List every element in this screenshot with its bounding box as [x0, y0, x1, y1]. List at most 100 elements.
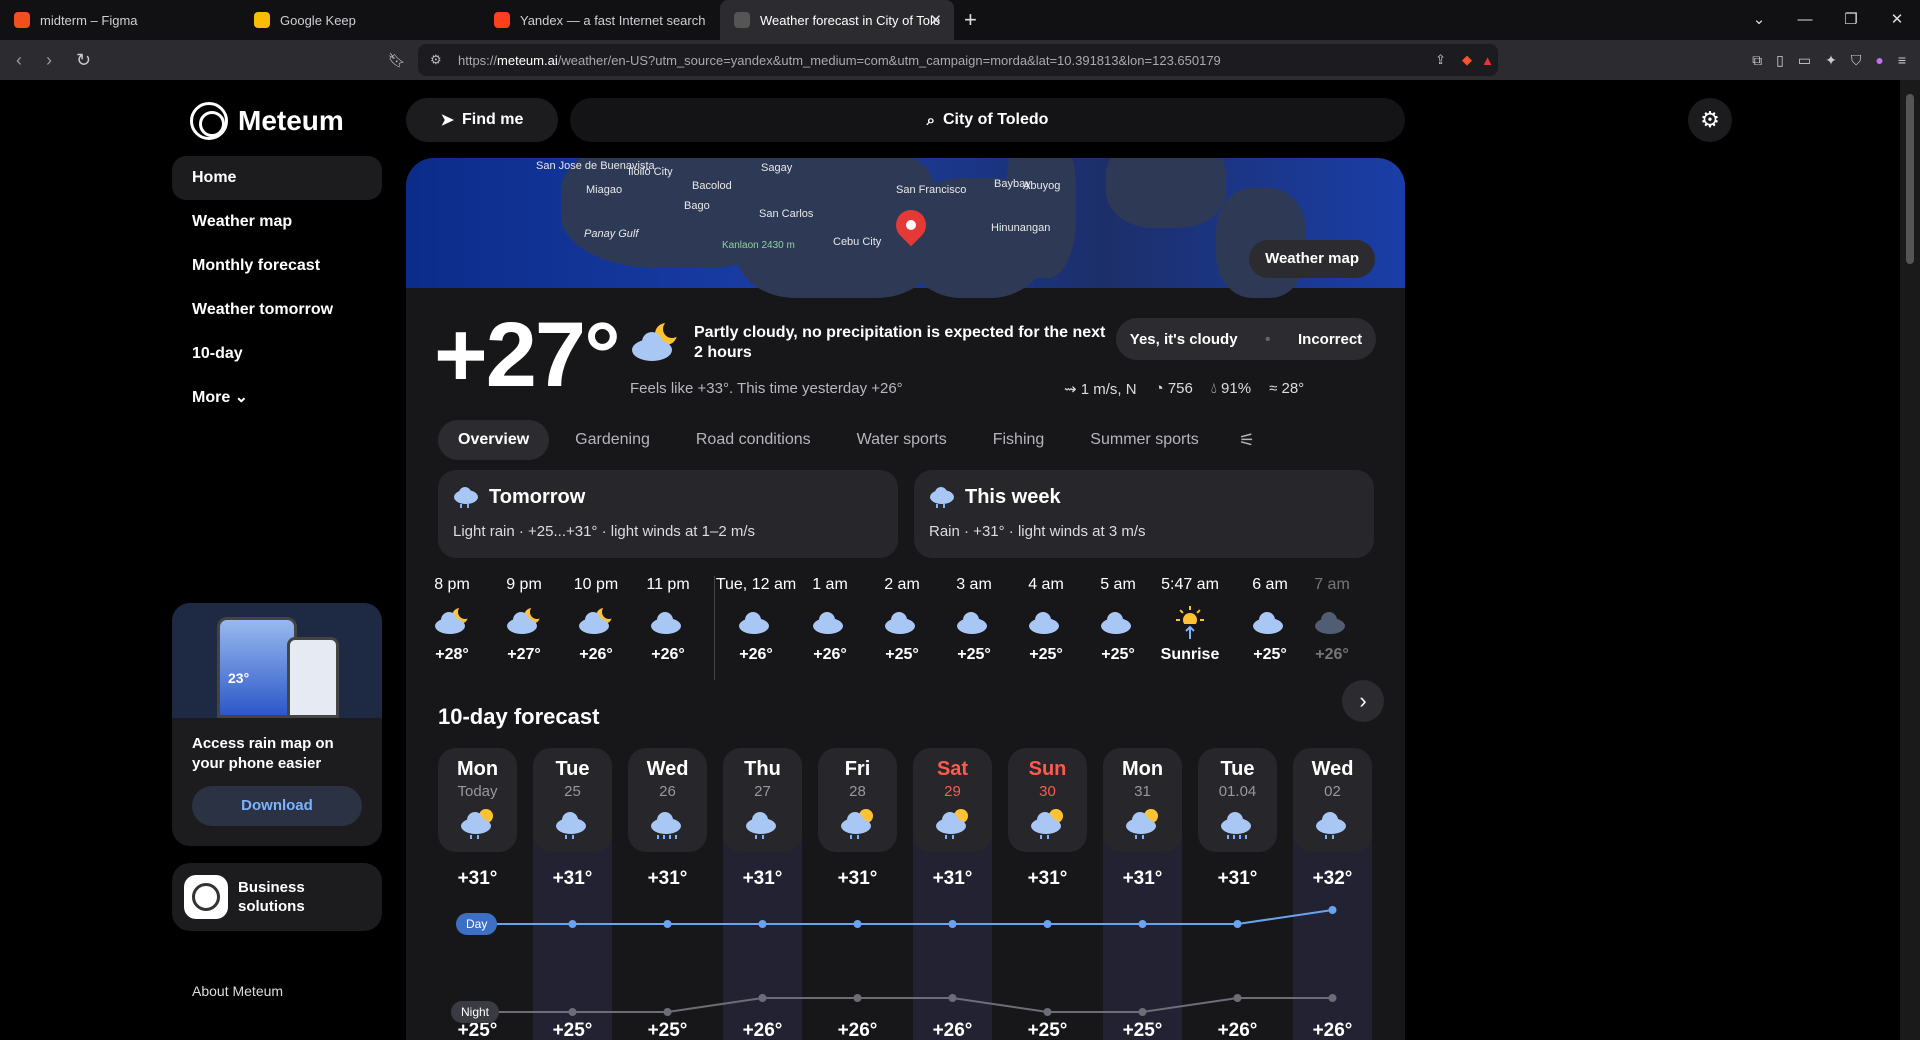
day-date: 25 [564, 783, 581, 800]
day-icon-wrap [1103, 806, 1182, 839]
feedback-incorrect-button[interactable]: Incorrect [1298, 331, 1362, 348]
hourly-next-button[interactable]: › [1342, 680, 1384, 722]
restore-button[interactable]: ❐ [1828, 0, 1874, 40]
day-column[interactable]: Mon 31 +31° +25° [1103, 748, 1182, 1040]
map-label: Hinunangan [991, 222, 1051, 234]
filter-settings-icon[interactable]: ⚟ [1225, 420, 1269, 460]
address-bar[interactable]: ⚙ https://meteum.ai/weather/en-US?utm_so… [418, 44, 1498, 76]
browser-tab[interactable]: Weather forecast in City of Toledo ✕ [720, 0, 954, 40]
app-promo: 23° Access rain map on your phone easier… [172, 603, 382, 846]
tab-close-icon[interactable]: ✕ [929, 11, 942, 29]
day-column[interactable]: Tue 25 +31° +25° [533, 748, 612, 1040]
forward-button[interactable]: › [46, 50, 60, 71]
day-icon-wrap [818, 806, 897, 839]
day-temp: +31° [1217, 868, 1258, 889]
page-scrollbar[interactable] [1900, 80, 1920, 1040]
tab-road-conditions[interactable]: Road conditions [676, 420, 831, 460]
hour-temp: +26° [651, 646, 685, 663]
day-column[interactable]: Sat 29 +31° +26° [913, 748, 992, 1040]
hour-icon-wrap [866, 600, 938, 646]
minimize-button[interactable]: — [1782, 0, 1828, 40]
hour-icon-wrap [938, 600, 1010, 646]
about-link[interactable]: About Meteum [192, 983, 283, 999]
day-column[interactable]: Thu 27 +31° +26° [723, 748, 802, 1040]
day-column[interactable]: Tue 01.04 +31° +26° [1198, 748, 1277, 1040]
tab-overview[interactable]: Overview [438, 420, 550, 460]
heavy-rain-icon [650, 812, 681, 839]
close-window-button[interactable]: ✕ [1874, 0, 1920, 40]
city-search[interactable]: ⌕ City of Toledo [570, 98, 1405, 142]
business-solutions-link[interactable]: Business solutions [172, 863, 382, 931]
tomorrow-card[interactable]: Tomorrow Light rain · +25...+31° · light… [438, 470, 898, 558]
reload-button[interactable]: ↻ [76, 50, 91, 71]
day-date: 31 [1134, 783, 1151, 800]
browser-tab[interactable]: Google Keep [240, 0, 480, 40]
sidebar-item-weather-tomorrow[interactable]: Weather tomorrow [172, 288, 382, 332]
sun-rain-icon [1030, 809, 1063, 839]
sidebar-item-weather-map[interactable]: Weather map [172, 200, 382, 244]
business-label: Business solutions [238, 879, 305, 915]
day-date: 02 [1324, 783, 1341, 800]
sidebar-item-label: Home [192, 169, 237, 186]
search-icon: ⌕ [926, 111, 935, 129]
back-button[interactable]: ‹ [16, 50, 30, 71]
scrollbar-thumb[interactable] [1906, 94, 1914, 264]
meteum-logo[interactable]: Meteum [190, 102, 344, 140]
day-column[interactable]: Wed 02 +32° +26° [1293, 748, 1372, 1040]
day-column[interactable]: Sun 30 +31° +25° [1008, 748, 1087, 1040]
rain-icon [1315, 812, 1346, 839]
settings-button[interactable]: ⚙ [1688, 98, 1732, 142]
night-temp: +25° [647, 1020, 688, 1040]
tab-summer-sports[interactable]: Summer sports [1070, 420, 1218, 460]
tab-list-icon[interactable]: ⌄ [1736, 0, 1782, 40]
sidebar-icon[interactable]: ▯ [1776, 52, 1784, 69]
extensions-icon[interactable]: ⧉ [1752, 52, 1762, 69]
day-column[interactable]: Mon Today +31° +25° [438, 748, 517, 1040]
hourly-forecast[interactable]: 8 pm +28° 9 pm +27° 10 pm +26° 11 pm +26° Tue, 1… [430, 576, 1405, 686]
wallet-icon[interactable]: ▭ [1798, 52, 1811, 69]
bookmark-icon[interactable]: 🔖︎ [388, 52, 406, 69]
menu-icon[interactable]: ≡ [1898, 52, 1906, 68]
cloud-icon [813, 612, 843, 634]
feels-like-text: Feels like +33°. This time yesterday +26… [630, 380, 903, 397]
sidebar-item-home[interactable]: Home [172, 156, 382, 200]
map-label: Panay Gulf [584, 228, 639, 240]
sidebar-item-more[interactable]: More ⌄ [172, 376, 382, 420]
find-me-button[interactable]: ➤ Find me [406, 98, 558, 142]
vpn-icon[interactable]: ⛉ [1851, 52, 1862, 69]
day-column[interactable]: Fri 28 +31° +26° [818, 748, 897, 1040]
hour-item: 3 am +25° [938, 576, 1010, 664]
cloud-icon [957, 612, 987, 634]
sidebar-item-10-day[interactable]: 10-day [172, 332, 382, 376]
moon-cloud-icon [507, 606, 544, 634]
brave-shield-icon[interactable]: ◆ [1462, 52, 1472, 68]
url-path: /weather/en-US?utm_source=yandex&utm_med… [557, 52, 1221, 68]
browser-tab[interactable]: midterm – Figma [0, 0, 240, 40]
pressure-value: 756 [1167, 380, 1193, 397]
tab-gardening[interactable]: Gardening [555, 420, 670, 460]
day-temp: +31° [1027, 868, 1068, 889]
sidebar-item-monthly-forecast[interactable]: Monthly forecast [172, 244, 382, 288]
share-icon[interactable]: ⇪ [1435, 52, 1446, 68]
feedback-yes-button[interactable]: Yes, it's cloudy [1130, 331, 1238, 348]
browser-toolbar: ‹ › ↻ 🔖︎ ⚙ https://meteum.ai/weather/en-… [0, 40, 1920, 80]
weather-map-button[interactable]: Weather map [1249, 240, 1375, 278]
rewards-icon[interactable]: ▲ [1481, 53, 1494, 68]
profile-icon[interactable]: ● [1875, 52, 1883, 68]
location-arrow-icon: ➤ [440, 112, 455, 129]
weather-map-preview[interactable]: San Jose de Buenavista Iloilo City Miagao B… [406, 158, 1405, 298]
sidebar-item-label: 10-day [192, 345, 243, 362]
browser-tab[interactable]: Yandex — a fast Internet search [480, 0, 720, 40]
download-button[interactable]: Download [192, 786, 362, 826]
site-info-icon[interactable]: ⚙ [430, 52, 442, 68]
tab-water-sports[interactable]: Water sports [837, 420, 967, 460]
business-logo-icon [184, 875, 228, 919]
day-temp: +32° [1312, 868, 1353, 889]
day-column[interactable]: Wed 26 +31° +25° [628, 748, 707, 1040]
day-temp: +31° [932, 868, 973, 889]
day-icon-wrap [533, 806, 612, 839]
leo-icon[interactable]: ✦ [1825, 52, 1837, 69]
new-tab-button[interactable]: + [964, 7, 977, 33]
this-week-card[interactable]: This week Rain · +31° · light winds at 3… [914, 470, 1374, 558]
tab-fishing[interactable]: Fishing [973, 420, 1065, 460]
